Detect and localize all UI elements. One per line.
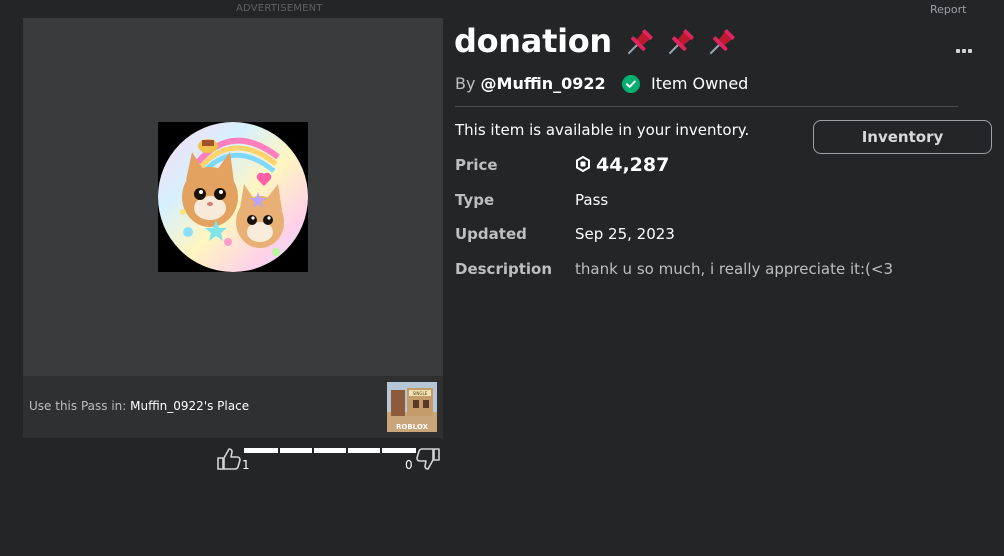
- pass-prefix: Use this Pass in:: [29, 399, 131, 413]
- downvote-count: 0: [405, 458, 413, 472]
- divider: [455, 106, 958, 107]
- thumbnail-area: [23, 18, 443, 376]
- type-value: Pass: [575, 191, 609, 209]
- price-value: 44,287: [575, 154, 669, 176]
- vote-bar-tick: [346, 448, 348, 453]
- pass-place-text: Use this Pass in: Muffin_0922's Place: [29, 399, 249, 413]
- item-title: donation: [454, 22, 612, 60]
- title-emoji-group: [622, 26, 740, 62]
- vote-bar-tick: [312, 448, 314, 453]
- type-label: Type: [455, 191, 495, 209]
- pushpin-icon: [627, 29, 653, 55]
- pushpin-icon: [709, 29, 735, 55]
- inventory-button[interactable]: Inventory: [813, 120, 992, 154]
- report-link[interactable]: Report: [930, 3, 966, 16]
- upvote-count: 1: [242, 458, 250, 472]
- more-options-icon[interactable]: [956, 38, 978, 53]
- vote-bar-tick: [380, 448, 382, 453]
- vote-bar-tick: [278, 448, 280, 453]
- thumbs-up-icon[interactable]: [216, 446, 242, 472]
- creator-byline: By @Muffin_0922: [455, 74, 606, 93]
- item-owned-label: Item Owned: [651, 74, 749, 93]
- place-link[interactable]: Muffin_0922's Place: [130, 399, 249, 413]
- item-thumbnail-panel: Use this Pass in: Muffin_0922's Place SI…: [23, 18, 443, 438]
- pushpin-icon: [668, 29, 694, 55]
- creator-link[interactable]: @Muffin_0922: [481, 74, 606, 93]
- place-thumbnail[interactable]: SINGLE ROBLOX: [387, 382, 437, 432]
- place-thumb-label: ROBLOX: [396, 423, 429, 431]
- pass-place-footer: Use this Pass in: Muffin_0922's Place SI…: [23, 376, 443, 438]
- price-label: Price: [455, 156, 498, 174]
- updated-value: Sep 25, 2023: [575, 225, 675, 243]
- price-amount: 44,287: [596, 154, 670, 176]
- description-value: thank u so much, i really appreciate it:…: [575, 260, 894, 278]
- place-sign-text: SINGLE: [413, 391, 428, 396]
- check-circle-icon: [622, 75, 640, 93]
- updated-label: Updated: [455, 225, 527, 243]
- robux-icon: [576, 156, 590, 172]
- creator-prefix: By: [455, 74, 481, 93]
- thumbs-down-icon[interactable]: [415, 446, 441, 472]
- item-image: [158, 122, 308, 272]
- availability-text: This item is available in your inventory…: [455, 121, 750, 139]
- description-label: Description: [455, 260, 553, 278]
- advertisement-label: ADVERTISEMENT: [236, 3, 323, 14]
- vote-ratio-bar: [244, 448, 416, 453]
- vote-section: 1 0: [216, 444, 444, 476]
